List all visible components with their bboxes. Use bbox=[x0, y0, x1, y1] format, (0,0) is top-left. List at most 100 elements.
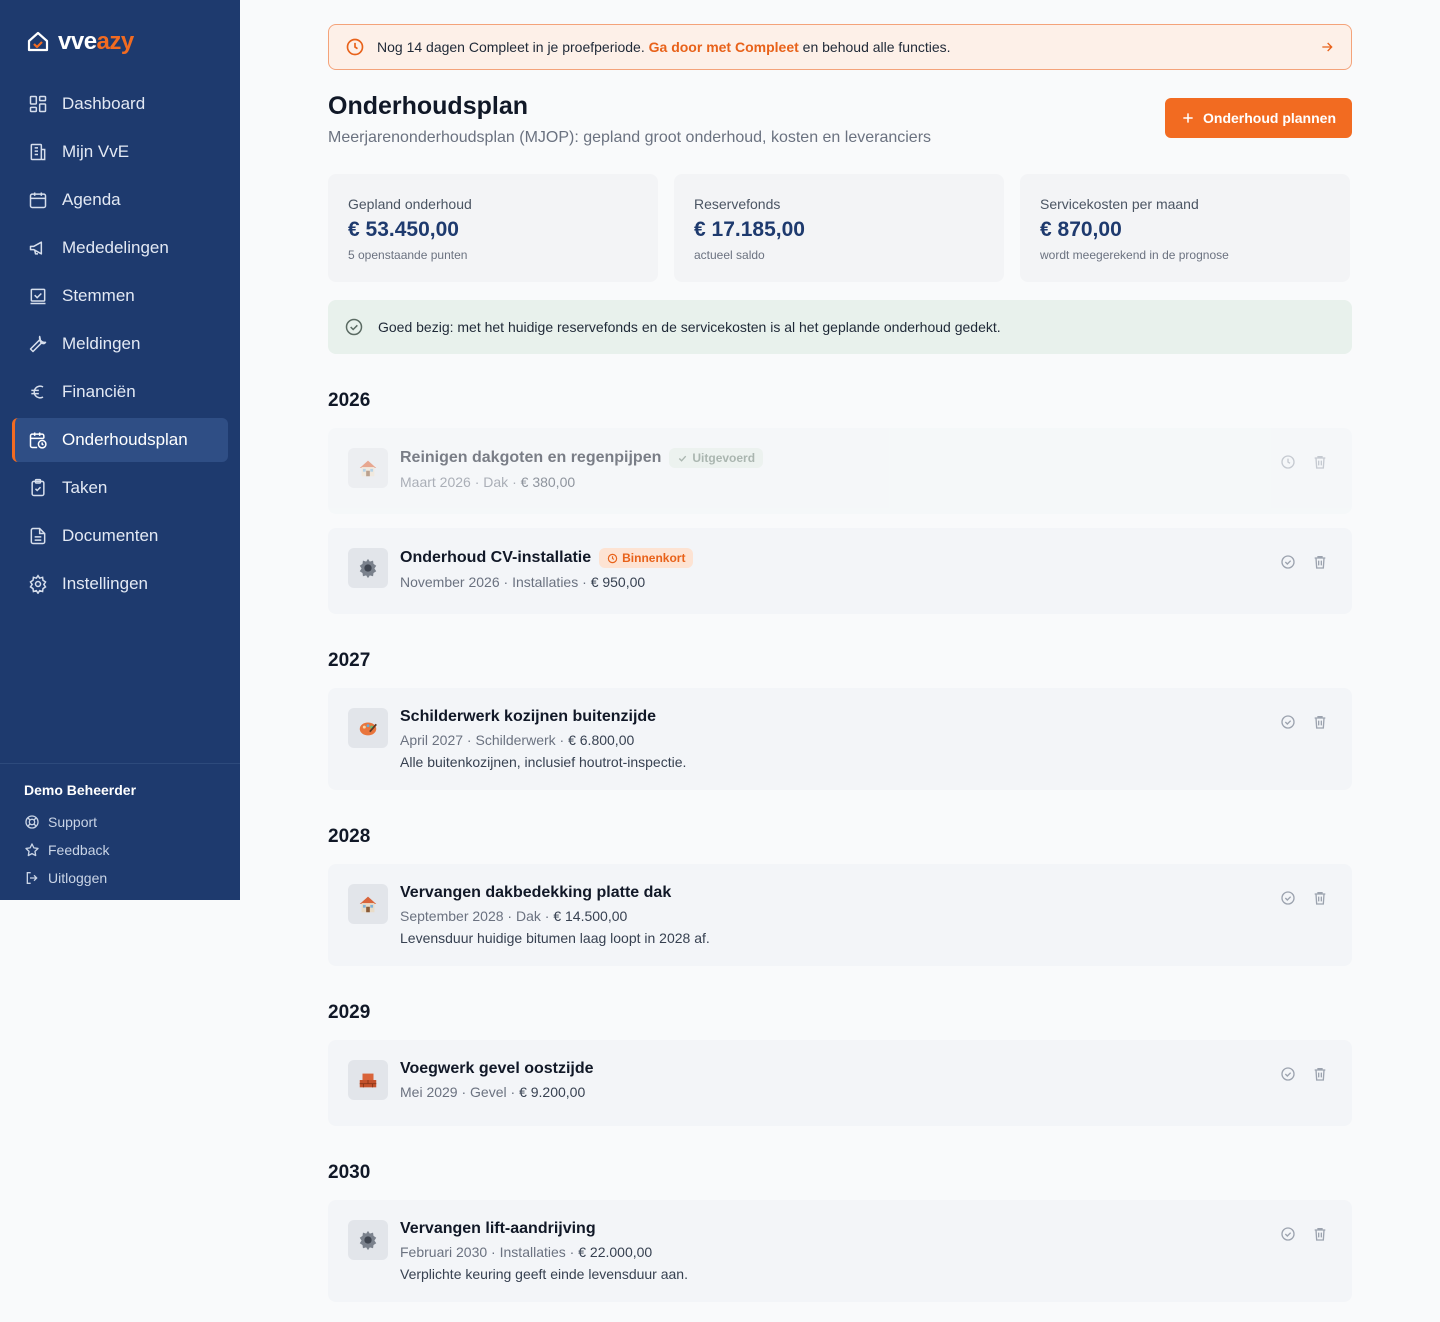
sidebar-item-label: Financiën bbox=[62, 382, 136, 401]
item-title: Vervangen lift-aandrijving bbox=[400, 1220, 596, 1237]
delete-trash-icon[interactable] bbox=[1312, 1226, 1328, 1242]
sidebar-item-label: Onderhoudsplan bbox=[62, 430, 188, 449]
coverage-message: Goed bezig: met het huidige reservefonds… bbox=[378, 319, 1001, 335]
reopen-clock-icon[interactable] bbox=[1280, 454, 1296, 470]
item-description: Levensduur huidige bitumen laag loopt in… bbox=[400, 930, 710, 946]
item-category: Gevel bbox=[470, 1084, 507, 1100]
feedback-link[interactable]: Feedback bbox=[24, 836, 216, 864]
logo-text-b: azy bbox=[96, 28, 135, 55]
stat-label: Servicekosten per maand bbox=[1040, 196, 1199, 212]
maintenance-item[interactable]: Vervangen lift-aandrijving Februari 2030… bbox=[328, 1200, 1352, 1302]
item-date: November 2026 bbox=[400, 574, 500, 590]
sidebar-item-agenda[interactable]: Agenda bbox=[12, 178, 228, 222]
paint-icon bbox=[348, 708, 388, 748]
sidebar-item-taken[interactable]: Taken bbox=[12, 466, 228, 510]
mark-done-check-icon[interactable] bbox=[1280, 554, 1296, 570]
stat-card-planned: Gepland onderhoud € 53.450,00 5 openstaa… bbox=[328, 174, 658, 282]
check-circle-icon bbox=[345, 318, 363, 336]
sidebar-item-mededelingen[interactable]: Mededelingen bbox=[12, 226, 228, 270]
delete-trash-icon[interactable] bbox=[1312, 1066, 1328, 1082]
mark-done-check-icon[interactable] bbox=[1280, 714, 1296, 730]
logo-text-a: vve bbox=[58, 28, 97, 55]
clock-icon bbox=[346, 38, 364, 56]
cog-icon bbox=[348, 548, 388, 588]
sidebar-item-instellingen[interactable]: Instellingen bbox=[12, 562, 228, 606]
stat-label: Reservefonds bbox=[694, 196, 781, 212]
stat-card-reserve: Reservefonds € 17.185,00 actueel saldo bbox=[674, 174, 1004, 282]
trial-message: Nog 14 dagen Compleet in je proefperiode… bbox=[377, 39, 951, 55]
item-amount: € 950,00 bbox=[590, 574, 646, 590]
item-meta: November 2026 · Installaties · € 950,00 bbox=[400, 574, 646, 590]
sidebar-item-mijn-vve[interactable]: Mijn VvE bbox=[12, 130, 228, 174]
main-content: Nog 14 dagen Compleet in je proefperiode… bbox=[328, 24, 1352, 1316]
item-title: Onderhoud CV-installatie bbox=[400, 549, 592, 566]
sidebar-item-documenten[interactable]: Documenten bbox=[12, 514, 228, 558]
year-heading: 2026 bbox=[328, 390, 371, 411]
plan-maintenance-label: Onderhoud plannen bbox=[1203, 110, 1336, 126]
support-label: Support bbox=[48, 814, 98, 830]
arrow-right-icon[interactable] bbox=[1319, 39, 1335, 58]
delete-trash-icon[interactable] bbox=[1312, 890, 1328, 906]
sidebar-item-onderhoudsplan[interactable]: Onderhoudsplan bbox=[12, 418, 228, 462]
item-meta: April 2027 · Schilderwerk · € 6.800,00 bbox=[400, 732, 635, 748]
delete-trash-icon[interactable] bbox=[1312, 554, 1328, 570]
delete-trash-icon[interactable] bbox=[1312, 714, 1328, 730]
house-logo-icon bbox=[27, 31, 49, 52]
logo[interactable]: vveazy bbox=[26, 28, 134, 56]
sidebar-item-dashboard[interactable]: Dashboard bbox=[12, 82, 228, 126]
trial-text-after: en behoud alle functies. bbox=[798, 39, 951, 55]
maintenance-item[interactable]: Onderhoud CV-installatie Binnenkort Novem… bbox=[328, 528, 1352, 614]
year-heading: 2030 bbox=[328, 1162, 371, 1183]
item-title: Schilderwerk kozijnen buitenzijde bbox=[400, 708, 657, 725]
sidebar-item-financien[interactable]: Financiën bbox=[12, 370, 228, 414]
sidebar-item-label: Meldingen bbox=[62, 334, 141, 353]
status-badge-label: Binnenkort bbox=[622, 551, 686, 565]
mark-done-check-icon[interactable] bbox=[1280, 890, 1296, 906]
plus-icon bbox=[1183, 113, 1193, 123]
status-badge: Binnenkort bbox=[599, 548, 694, 568]
maintenance-item[interactable]: Reinigen dakgoten en regenpijpen Uitgevoe… bbox=[328, 428, 1352, 514]
page-header: Onderhoudsplan Meerjarenonderhoudsplan (… bbox=[328, 92, 1352, 176]
cog-icon bbox=[348, 1220, 388, 1260]
item-meta: Februari 2030 · Installaties · € 22.000,… bbox=[400, 1244, 653, 1260]
sidebar-nav: Dashboard Mijn VvE Agenda Mededelingen S… bbox=[12, 82, 228, 610]
delete-trash-icon[interactable] bbox=[1312, 454, 1328, 470]
stat-note: actueel saldo bbox=[694, 248, 765, 262]
megaphone-icon bbox=[29, 241, 43, 255]
calendar-icon bbox=[29, 192, 47, 209]
sidebar-footer: Demo Beheerder Support Feedback Uitlogge… bbox=[0, 763, 240, 892]
item-amount: € 380,00 bbox=[520, 474, 576, 490]
sidebar-item-label: Taken bbox=[62, 478, 108, 497]
sidebar-item-stemmen[interactable]: Stemmen bbox=[12, 274, 228, 318]
item-meta: Mei 2029 · Gevel · € 9.200,00 bbox=[400, 1084, 586, 1100]
plan-maintenance-button[interactable]: Onderhoud plannen bbox=[1165, 98, 1352, 138]
logout-link[interactable]: Uitloggen bbox=[24, 864, 216, 892]
maintenance-item[interactable]: Schilderwerk kozijnen buitenzijde April … bbox=[328, 688, 1352, 790]
house-icon bbox=[348, 448, 388, 488]
mark-done-check-icon[interactable] bbox=[1280, 1226, 1296, 1242]
gear-icon bbox=[29, 574, 47, 594]
maintenance-timeline: 2026 Reinigen dakgoten en regenpijpen Uit… bbox=[328, 390, 1352, 1302]
stat-card-service: Servicekosten per maand € 870,00 wordt m… bbox=[1020, 174, 1350, 282]
item-meta: Maart 2026 · Dak · € 380,00 bbox=[400, 474, 576, 490]
year-heading: 2029 bbox=[328, 1002, 371, 1023]
maintenance-item[interactable]: Vervangen dakbedekking platte dak Septem… bbox=[328, 864, 1352, 966]
item-date: September 2028 bbox=[400, 908, 504, 924]
sidebar-item-meldingen[interactable]: Meldingen bbox=[12, 322, 228, 366]
maintenance-item[interactable]: Voegwerk gevel oostzijde Mei 2029 · Geve… bbox=[328, 1040, 1352, 1126]
sidebar-item-label: Stemmen bbox=[62, 286, 135, 305]
stat-value: € 870,00 bbox=[1040, 218, 1122, 241]
sidebar-item-label: Mijn VvE bbox=[62, 142, 130, 161]
trial-upgrade-link[interactable]: Ga door met Compleet bbox=[649, 39, 799, 55]
logout-label: Uitloggen bbox=[48, 870, 108, 886]
trial-text-before: Nog 14 dagen Compleet in je proefperiode… bbox=[377, 39, 649, 55]
item-category: Schilderwerk bbox=[475, 732, 556, 748]
item-category: Installaties bbox=[499, 1244, 566, 1260]
vote-icon bbox=[30, 288, 46, 305]
wrench-icon bbox=[29, 335, 47, 353]
item-category: Dak bbox=[515, 908, 541, 924]
item-description: Alle buitenkozijnen, inclusief houtrot-i… bbox=[400, 754, 687, 770]
logout-icon bbox=[26, 872, 38, 884]
mark-done-check-icon[interactable] bbox=[1280, 1066, 1296, 1082]
support-link[interactable]: Support bbox=[24, 808, 216, 836]
